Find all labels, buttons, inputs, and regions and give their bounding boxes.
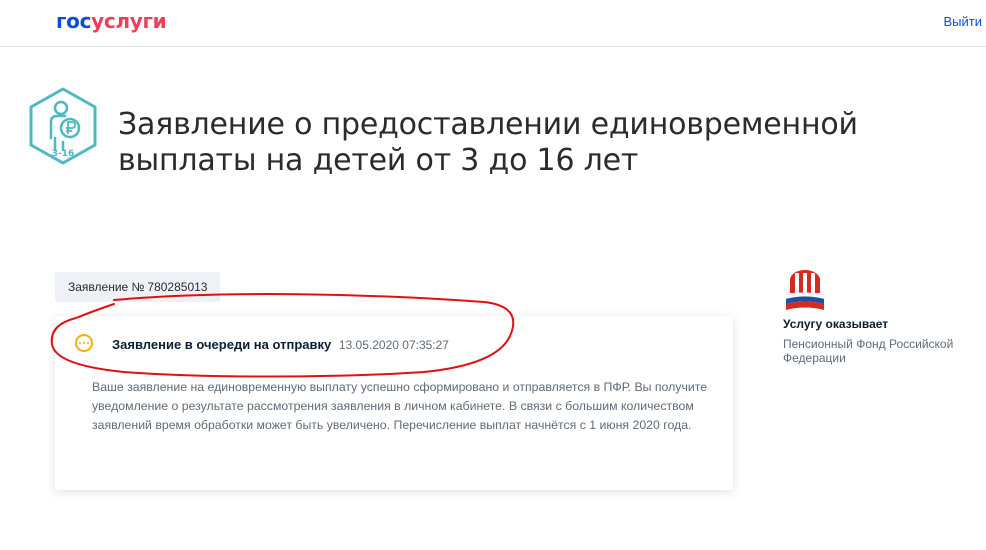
status-card: Заявление в очереди на отправку 13.05.20… [55,316,733,490]
application-label: Заявление № [68,280,145,294]
service-provider: Услугу оказывает Пенсионный Фонд Российс… [783,268,983,365]
provider-name: Пенсионный Фонд Российской Федерации [783,337,954,365]
status-datetime: 13.05.2020 07:35:27 [338,338,449,352]
pending-status-icon [75,334,93,352]
application-number: 780285013 [147,280,208,294]
status-header: Заявление в очереди на отправку 13.05.20… [112,337,449,352]
page-title: Заявление о предоставлении единовременно… [118,107,858,178]
pfr-logo-icon [785,270,825,310]
status-title: Заявление в очереди на отправку [112,337,332,352]
logo-part-uslugi: услуги [91,9,167,33]
status-message: Ваше заявление на единовременную выплату… [92,380,708,432]
gosuslugi-logo[interactable]: госуслуги [56,9,167,33]
child-benefit-icon: 3-16 [29,87,97,165]
header: госуслуги Выйти [0,0,986,47]
icon-caption: 3-16 [52,149,75,159]
provider-label: Услугу оказывает [783,317,889,331]
logo-part-gos: гос [56,9,92,33]
application-number-tag: Заявление № 780285013 [55,272,221,302]
logout-link[interactable]: Выйти [944,14,983,29]
